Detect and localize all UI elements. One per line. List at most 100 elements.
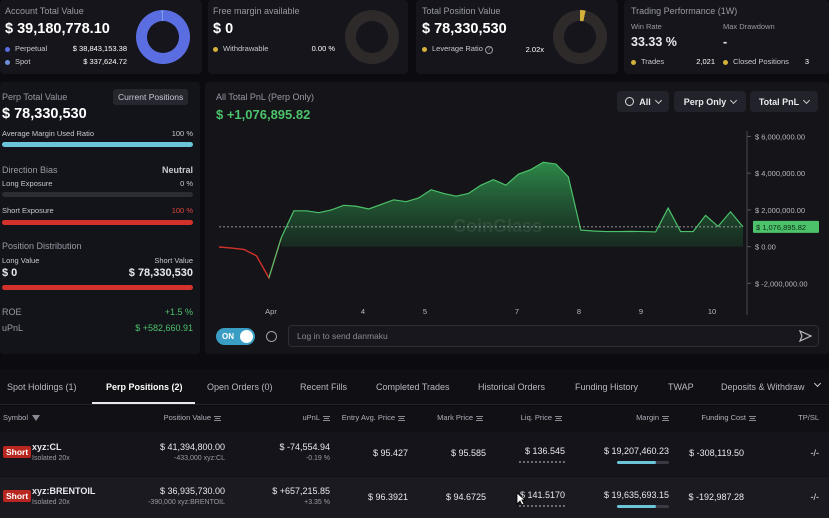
tab-4[interactable]: Completed Trades (376, 382, 450, 392)
column-header-label: Funding Cost (701, 413, 746, 422)
column-header[interactable]: Entry Avg. Price (342, 413, 405, 422)
direction-bias-value: Neutral (161, 165, 193, 175)
y-tick-label: $ 2,000,000.00 (755, 206, 805, 215)
column-header[interactable]: Position Value (164, 413, 221, 422)
perpetual-row: Perpetual $ 38,843,153.38 (5, 44, 127, 53)
tp-sl[interactable]: -/- (811, 448, 820, 458)
x-tick-label: 4 (361, 307, 365, 316)
avg-margin-bar (2, 142, 193, 147)
long-value-amount: $ 0 (2, 267, 18, 279)
clock-icon (625, 97, 635, 106)
tab-6[interactable]: Funding History (575, 382, 638, 392)
column-header[interactable]: Mark Price (437, 413, 483, 422)
sort-icon[interactable] (555, 415, 562, 421)
filter-icon[interactable] (32, 415, 41, 422)
short-value-amount: $ 78,330,530 (128, 267, 193, 279)
chevron-down-icon (654, 96, 662, 104)
time-filter-label: All (639, 96, 651, 107)
withdrawable-label: Withdrawable (223, 44, 269, 53)
margin-bar-fill (617, 505, 656, 508)
pnl-area-chart: $ 6,000,000.00 $ 4,000,000.00 $ 2,000,000.… (218, 131, 819, 316)
send-icon[interactable] (799, 330, 812, 342)
margin-bar (617, 461, 669, 464)
withdrawable-dot (213, 46, 218, 52)
current-positions-button[interactable]: Current Positions (113, 89, 189, 105)
column-header[interactable]: Liq. Price (521, 413, 562, 422)
long-exposure-label: Long Exposure (2, 179, 53, 188)
tab-1[interactable]: Perp Positions (2) (106, 382, 183, 392)
column-header-label: uPnL (302, 413, 320, 422)
info-icon[interactable]: ? (484, 46, 493, 54)
distribution-bar-fill (2, 285, 193, 290)
upnl-value: $ -74,554.94 (279, 442, 330, 452)
y-tick-label: $ 4,000,000.00 (755, 169, 805, 178)
withdrawable-value: 0.00 % (311, 44, 335, 53)
avg-margin-bar-fill (2, 142, 193, 147)
chevron-down-icon (803, 96, 811, 104)
tp-sl[interactable]: -/- (811, 492, 820, 502)
position-distribution-label: Position Distribution (2, 241, 82, 251)
total-position-value: $ 78,330,530 (422, 21, 507, 37)
win-rate-label: Win Rate (631, 22, 662, 31)
danmaku-input[interactable]: Log in to send danmaku (288, 325, 819, 347)
column-header[interactable]: Symbol (3, 413, 41, 422)
chart-watermark: CoinGlass (453, 216, 542, 236)
pnl-title: All Total PnL (Perp Only) (216, 92, 315, 102)
column-header[interactable]: Funding Cost (701, 413, 756, 422)
trades-label: Trades (641, 57, 665, 66)
side-badge: Short (3, 490, 32, 502)
tab-7[interactable]: TWAP (668, 382, 694, 392)
trades-dot (631, 59, 636, 65)
danmaku-placeholder: Log in to send danmaku (297, 331, 388, 341)
sort-icon[interactable] (323, 415, 330, 421)
leverage-label: Leverage Ratio (432, 44, 483, 53)
trading-performance-card: Trading Performance (1W) Win Rate 33.33 … (624, 0, 829, 74)
short-exposure-label: Short Exposure (2, 206, 54, 215)
x-tick-label: 10 (708, 307, 716, 316)
danmaku-toggle[interactable]: ON (216, 328, 255, 345)
closed-dot (723, 59, 728, 65)
closed-value: 3 (804, 57, 809, 66)
sort-icon[interactable] (662, 415, 669, 421)
free-margin-card: Free margin available $ 0 Withdrawable 0… (208, 0, 408, 74)
funding-cost: $ -308,119.50 (689, 448, 744, 458)
entry-price: $ 95.427 (372, 448, 408, 458)
sort-icon[interactable] (214, 415, 221, 421)
symbol-name[interactable]: xyz:BRENTOIL (32, 486, 95, 496)
win-rate-value: 33.33 % (631, 35, 677, 49)
tab-0[interactable]: Spot Holdings (1) (7, 382, 77, 392)
column-header[interactable]: Margin (636, 413, 669, 422)
sort-icon[interactable] (749, 415, 756, 421)
column-header[interactable]: uPnL (302, 413, 330, 422)
tab-5[interactable]: Historical Orders (478, 382, 545, 392)
margin-bar (617, 505, 669, 508)
closed-label: Closed Positions (733, 57, 789, 66)
avg-margin-label: Average Margin Used Ratio (2, 129, 94, 138)
direction-bias-row: Direction Bias Neutral (2, 165, 193, 175)
pnl-negative-line (218, 237, 283, 280)
upnl-percent: +3.35 % (304, 499, 330, 506)
tab-2[interactable]: Open Orders (0) (207, 382, 273, 392)
tab-active-underline (92, 402, 195, 404)
account-total-value: $ 39,180,778.10 (5, 21, 110, 37)
danmaku-settings-icon[interactable] (266, 331, 277, 342)
upnl-value: $ +582,660.91 (135, 323, 193, 333)
free-margin-value: $ 0 (213, 21, 234, 37)
total-position-card: Total Position Value $ 78,330,530 Levera… (416, 0, 618, 74)
sort-icon[interactable] (398, 415, 405, 421)
perp-filter-dropdown[interactable]: Perp Only (674, 91, 746, 112)
long-value-label: Long Value (2, 256, 40, 265)
max-drawdown-label: Max Drawdown (723, 22, 775, 31)
sort-icon[interactable] (476, 415, 483, 421)
time-filter-dropdown[interactable]: All (617, 91, 669, 112)
column-header[interactable]: TP/SL (798, 413, 819, 422)
long-exposure-bar (2, 192, 193, 197)
tab-3[interactable]: Recent Fills (300, 382, 347, 392)
pnl-type-dropdown[interactable]: Total PnL (750, 91, 818, 112)
tab-8[interactable]: Deposits & Withdraw (721, 382, 805, 392)
spot-value: $ 337,624.72 (83, 57, 127, 66)
column-header-label: Entry Avg. Price (341, 413, 395, 422)
symbol-name[interactable]: xyz:CL (32, 442, 62, 452)
spot-label: Spot (15, 57, 31, 66)
short-exposure-row: Short Exposure 100 % (2, 206, 193, 215)
